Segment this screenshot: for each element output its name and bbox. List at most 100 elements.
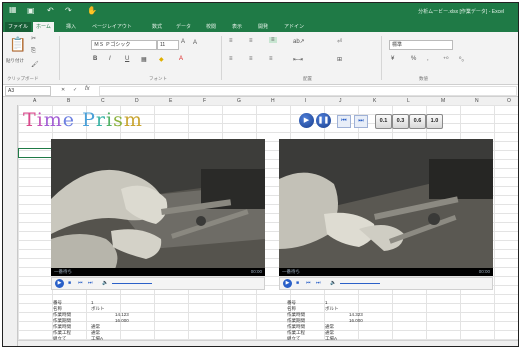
align-center-icon[interactable]: ≡ [249,56,253,62]
ribbon-separator [221,36,222,80]
enter-icon[interactable]: ✓ [73,87,77,93]
align-left-icon[interactable]: ≡ [229,56,233,62]
speed-1-0-button[interactable]: 1.0 [426,114,443,129]
column-header[interactable]: H [271,98,275,104]
column-header[interactable]: B [67,98,70,104]
tab-data[interactable]: データ [173,22,194,32]
align-bottom-icon[interactable]: ≡ [269,37,277,43]
volume-slider[interactable] [112,283,152,284]
formula-input[interactable] [99,86,517,96]
italic-icon[interactable]: I [109,56,111,62]
row-header-column [3,105,18,346]
column-header[interactable]: G [237,98,241,104]
column-header[interactable]: J [339,98,342,104]
stop-icon[interactable]: ■ [296,280,299,286]
skip-forward-icon[interactable]: ⏭ [354,115,368,128]
font-color-icon[interactable]: A [179,56,183,62]
ribbon: 📋 貼り付け ✂ ⎘ 🖌 クリップボード ＭＳ Ｐゴシック 11 A A B I… [3,32,518,85]
column-header[interactable]: A [33,98,36,104]
font-name-select[interactable]: ＭＳ Ｐゴシック [91,40,157,50]
border-icon[interactable]: ▦ [141,56,147,63]
fill-color-icon[interactable]: ◆ [159,56,164,63]
skip-forward-icon[interactable]: ⏭ [88,280,93,286]
logo-letter: r [95,109,106,131]
tab-view[interactable]: 表示 [229,22,245,32]
align-middle-icon[interactable]: ≡ [249,38,253,44]
name-box[interactable]: A3 [5,86,51,96]
format-painter-icon[interactable]: 🖌 [31,61,39,68]
column-header[interactable]: F [203,98,206,104]
skip-forward-icon[interactable]: ⏭ [316,280,321,286]
volume-icon[interactable]: 🔈 [330,280,336,286]
tab-home[interactable]: ホーム [33,22,54,32]
window-title: 分析ムービー.xlsx [作業データ] - Excel [418,9,504,15]
paste-icon[interactable]: 📋 [9,36,26,53]
excel-icon[interactable]: ▦ [9,5,17,14]
bold-icon[interactable]: B [93,56,97,62]
merge-center-icon[interactable]: ⊞ [337,56,342,63]
play-icon[interactable]: ▶ [283,279,292,288]
speed-0-3-button[interactable]: 0.3 [392,114,409,129]
column-header[interactable]: M [441,98,445,104]
ribbon-separator [381,36,382,80]
number-group-label: 数値 [419,76,428,81]
number-format-select[interactable]: 標準 [389,40,453,50]
tab-file[interactable]: ファイル [5,22,32,32]
insert-function-icon[interactable]: fx [85,86,90,92]
save-icon[interactable]: ▣ [27,6,35,15]
copy-icon[interactable]: ⎘ [31,48,36,55]
video-timeline-2[interactable]: 一番待ち 00:00 [279,268,493,276]
indent-icon[interactable]: ⇤⇥ [293,56,303,63]
tab-addins[interactable]: アドイン [281,22,307,32]
tab-developer[interactable]: 開発 [255,22,271,32]
column-header[interactable]: C [101,98,105,104]
cancel-icon[interactable]: ✕ [61,87,65,93]
video-player-2[interactable]: 一番待ち 00:00 [279,139,493,276]
column-header[interactable]: N [475,98,479,104]
logo-letter: m [123,109,143,131]
undo-icon[interactable]: ↶ [47,6,54,15]
speed-0-1-button[interactable]: 0.1 [375,114,392,129]
grow-font-icon[interactable]: A [181,39,185,45]
align-top-icon[interactable]: ≡ [229,38,233,44]
percent-icon[interactable]: % [411,56,416,62]
column-header[interactable]: O [507,98,511,104]
speed-0-6-button[interactable]: 0.6 [409,114,426,129]
selected-cell[interactable] [18,148,53,158]
cut-icon[interactable]: ✂ [31,35,36,42]
tab-insert[interactable]: 挿入 [63,22,79,32]
alignment-group-label: 配置 [303,76,312,81]
comma-icon[interactable]: , [427,56,429,62]
skip-back-icon[interactable]: ⏮ [337,115,351,128]
currency-icon[interactable]: ¥ [391,56,394,62]
column-header[interactable]: E [169,98,172,104]
video-player-1[interactable]: 一番待ち 00:00 [51,139,265,276]
horizontal-scrollbar[interactable] [18,340,518,346]
column-header[interactable]: L [407,98,410,104]
stop-icon[interactable]: ■ [68,280,71,286]
play-icon[interactable]: ▶ [55,279,64,288]
volume-slider[interactable] [340,283,380,284]
underline-icon[interactable]: U [125,56,129,62]
shrink-font-icon[interactable]: A [193,40,197,46]
increase-decimal-icon[interactable]: ⁺⁰ [443,56,449,63]
skip-back-icon[interactable]: ⏮ [306,280,311,286]
wrap-text-icon[interactable]: ⏎ [337,38,342,45]
touch-mode-icon[interactable]: ✋ [87,6,97,15]
tab-formulas[interactable]: 数式 [149,22,165,32]
decrease-decimal-icon[interactable]: ⁰₀ [459,56,464,63]
align-right-icon[interactable]: ≡ [269,56,273,62]
column-header[interactable]: D [135,98,139,104]
tab-review[interactable]: 校閲 [203,22,219,32]
column-header[interactable]: K [373,98,376,104]
orientation-icon[interactable]: ab↗ [293,38,305,45]
pause-icon[interactable]: ❚❚ [316,113,331,128]
column-header[interactable]: I [305,98,306,104]
tab-page-layout[interactable]: ページレイアウト [89,22,135,32]
skip-back-icon[interactable]: ⏮ [78,280,83,286]
play-icon[interactable]: ▶ [299,113,314,128]
redo-icon[interactable]: ↷ [65,6,72,15]
volume-icon[interactable]: 🔈 [102,280,108,286]
font-size-select[interactable]: 11 [157,40,179,50]
video-timeline-1[interactable]: 一番待ち 00:00 [51,268,265,276]
